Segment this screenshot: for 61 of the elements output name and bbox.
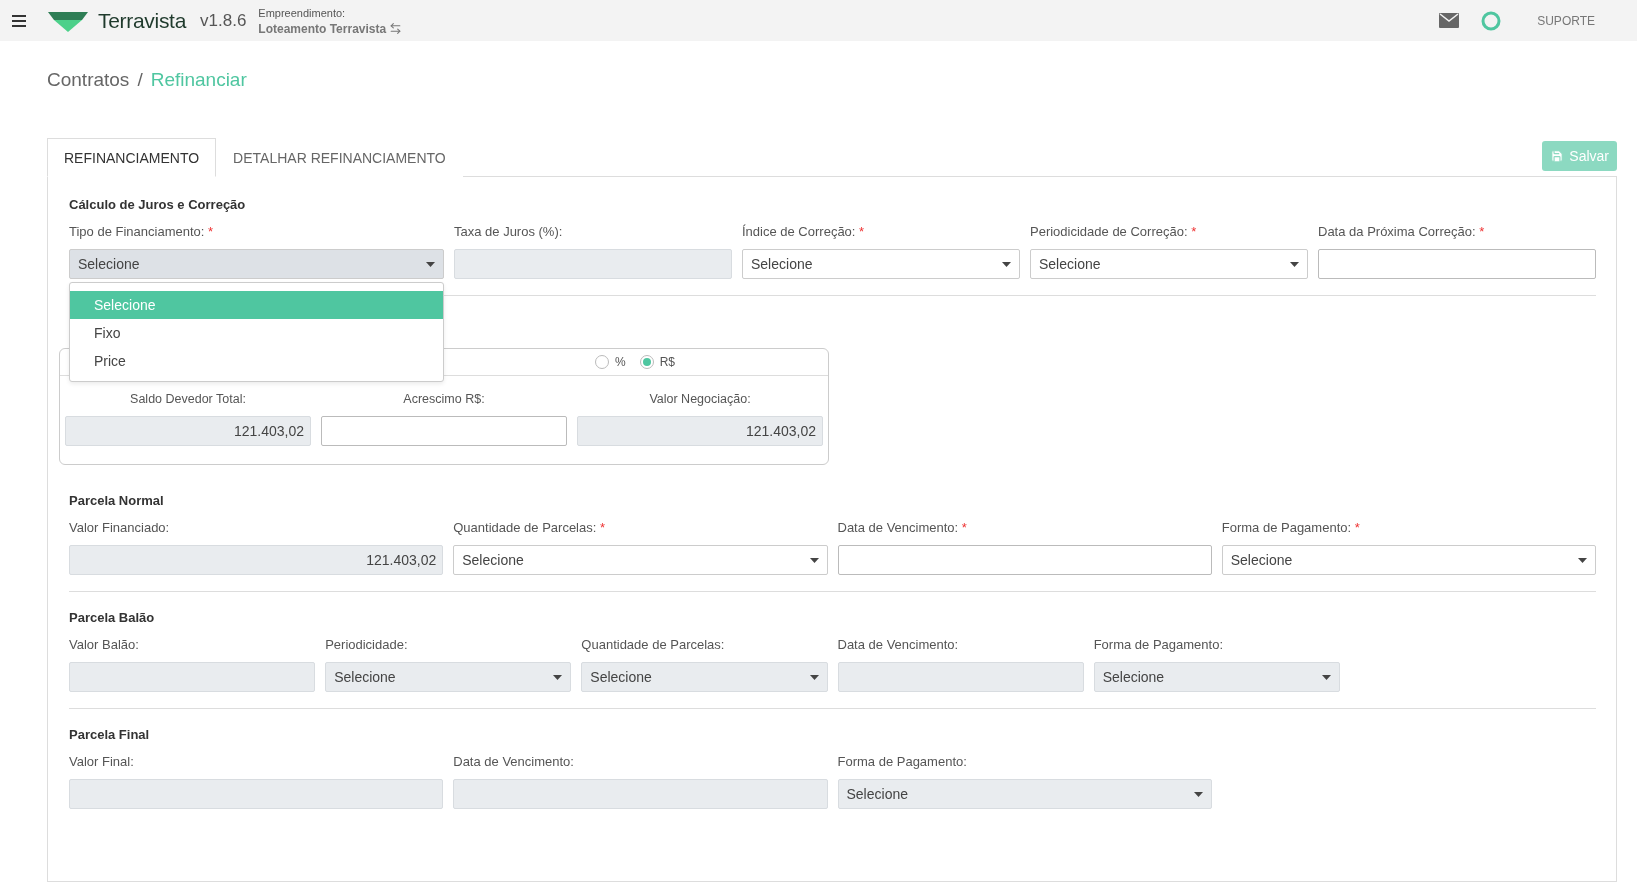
caret-icon: [1578, 557, 1587, 563]
field-label: Data da Próxima Correção: *: [1318, 224, 1486, 239]
field-label: Taxa de Juros (%):: [454, 224, 564, 239]
section-title: Parcela Normal: [69, 493, 165, 508]
field-label: Periodicidade de Correção: *: [1030, 224, 1198, 239]
radio-button[interactable]: [595, 355, 609, 369]
caret-icon: [1002, 261, 1011, 267]
input-field[interactable]: [837, 545, 1212, 575]
caret-icon: [553, 674, 563, 680]
caret-icon: [1321, 674, 1331, 680]
field-label: Forma de Pagamento:: [837, 754, 968, 769]
dropdown-option[interactable]: Price: [70, 347, 443, 375]
caret-icon: [1193, 791, 1203, 797]
caret-icon: [809, 674, 819, 680]
save-icon: [1550, 149, 1565, 163]
brand-name: Terravista: [98, 8, 187, 33]
field-label: Data de Vencimento: *: [837, 520, 968, 535]
breadcrumb-link[interactable]: Contratos: [47, 69, 130, 137]
field-label: Índice de Correção: *: [742, 224, 866, 239]
swap-icon: [389, 22, 403, 35]
project-label: Empreendimento:: [258, 5, 347, 21]
select-field[interactable]: Selecione: [453, 545, 828, 575]
field-label: Data de Vencimento:: [837, 637, 960, 652]
tab[interactable]: REFINANCIAMENTO: [47, 138, 217, 177]
caret-icon: [809, 557, 819, 563]
caret-icon: [1290, 261, 1299, 267]
field-label: Acrescimo R$:: [402, 392, 486, 406]
field-label: Quantidade de Parcelas:: [581, 637, 726, 652]
select-field[interactable]: Selecione: [1030, 249, 1308, 279]
field-label: Data de Vencimento:: [453, 754, 575, 769]
field-label: Valor Negociação:: [648, 392, 752, 406]
breadcrumb-separator: /: [137, 69, 143, 92]
field-label: Valor Final:: [69, 754, 135, 769]
section-title: Parcela Balão: [69, 610, 156, 625]
radio-label: R$: [659, 355, 675, 369]
section-title: Cálculo de Juros e Correção: [69, 197, 247, 212]
field-label: Saldo Devedor Total:: [129, 392, 247, 406]
field-label: Tipo de Financiamento: *: [69, 224, 215, 239]
field-label: Forma de Pagamento:: [1093, 637, 1224, 652]
field-label: Periodicidade:: [325, 637, 409, 652]
version-text: v1.8.6: [200, 10, 247, 31]
section-title: Parcela Final: [69, 727, 151, 742]
select-field[interactable]: Selecione: [69, 249, 444, 279]
field-label: Valor Balão:: [69, 637, 140, 652]
input-field[interactable]: [321, 416, 567, 446]
support-link[interactable]: SUPORTE: [1537, 13, 1595, 28]
radio-label: %: [615, 355, 626, 369]
dropdown-option[interactable]: Fixo: [70, 319, 443, 347]
logo-icon: [48, 9, 88, 32]
menu-icon[interactable]: [12, 14, 26, 27]
caret-icon: [426, 261, 435, 267]
status-ring-icon[interactable]: [1481, 10, 1502, 31]
select-field[interactable]: Selecione: [742, 249, 1020, 279]
mail-icon[interactable]: [1439, 13, 1460, 28]
select-field[interactable]: Selecione: [1221, 545, 1596, 575]
radio-button[interactable]: [639, 355, 654, 369]
project-selector[interactable]: Loteamento Terravista: [258, 20, 403, 37]
field-label: Quantidade de Parcelas: *: [453, 520, 607, 535]
field-label: Forma de Pagamento: *: [1221, 520, 1361, 535]
input-field[interactable]: [1318, 249, 1596, 279]
field-label: Valor Financiado:: [69, 520, 171, 535]
